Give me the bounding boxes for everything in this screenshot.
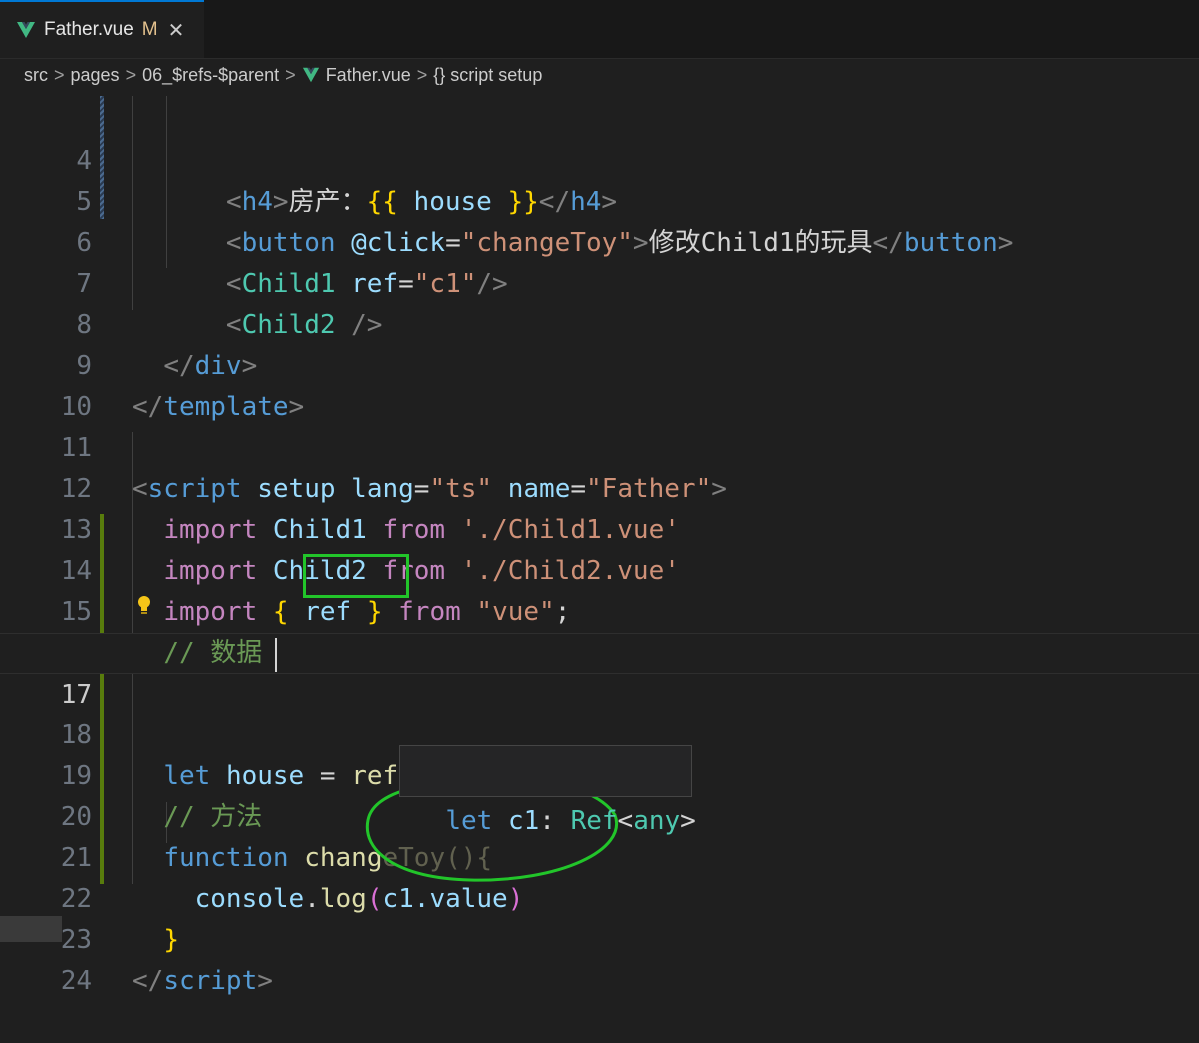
vue-icon	[302, 67, 319, 83]
breadcrumb-src[interactable]: src	[24, 65, 48, 86]
code-line: 14 import { ref } from "vue";	[0, 510, 1199, 627]
code-line: 4 <h4>房产：{{ house }}</h4>	[0, 100, 1199, 217]
code-line: 8 </div>	[0, 264, 1199, 381]
code-line: 13 import Child2 from './Child2.vue'	[0, 469, 1199, 586]
breadcrumb-separator: >	[285, 64, 296, 85]
breadcrumb-separator: >	[416, 64, 428, 85]
code-line: 11 <script setup lang="ts" name="Father"…	[0, 387, 1199, 504]
tab-filename: Father.vue	[44, 19, 134, 40]
code-line-current: 17 // 数据	[0, 633, 1199, 710]
line-number: 24	[60, 966, 92, 996]
close-icon[interactable]: ✕	[168, 18, 185, 43]
breadcrumb-folder[interactable]: 06_$refs-$parent	[142, 65, 279, 86]
tooltip-type: Ref	[570, 806, 618, 836]
corner-badge	[0, 916, 62, 942]
code-line: 7 <Child2 />	[0, 223, 1199, 340]
code-line: 16	[0, 592, 1199, 668]
breadcrumb-separator: >	[54, 64, 65, 85]
modified-indicator: M	[141, 19, 158, 40]
code-line: 18 let house = ref(4)	[0, 674, 1199, 791]
code-line: 6 <Child1 ref="c1"/>	[0, 182, 1199, 299]
annotation-box	[303, 554, 409, 598]
tab-father-vue[interactable]: Father.vue M ✕	[0, 0, 204, 58]
code-line: 10	[0, 346, 1199, 422]
code-line: 5 <button @click="changeToy">修改Child1的玩具…	[0, 141, 1199, 258]
code-line: 12 import Child1 from './Child1.vue'	[0, 428, 1199, 545]
hover-tooltip: let c1: Ref<any>	[399, 745, 696, 836]
tooltip-keyword: let	[445, 806, 493, 836]
code-comment: // 数据	[163, 638, 263, 668]
tooltip-name: c1	[507, 806, 540, 836]
breadcrumb-file[interactable]: Father.vue	[326, 65, 411, 86]
breadcrumb: src > pages > 06_$refs-$parent > Father.…	[0, 58, 1199, 92]
code-line: 15 let c1 = ref()	[0, 551, 1199, 668]
tooltip-generic: any	[633, 806, 681, 836]
editor-tab-bar: Father.vue M ✕	[0, 0, 1199, 59]
breadcrumb-pages[interactable]: pages	[71, 65, 120, 86]
breadcrumb-separator: >	[125, 64, 137, 85]
code-line: 9 </template>	[0, 305, 1199, 422]
vue-icon	[17, 22, 35, 38]
lightbulb-icon[interactable]	[136, 595, 152, 617]
code-line: 24	[0, 920, 1199, 996]
text-cursor	[275, 638, 277, 672]
breadcrumb-symbol[interactable]: {} script setup	[433, 65, 542, 86]
